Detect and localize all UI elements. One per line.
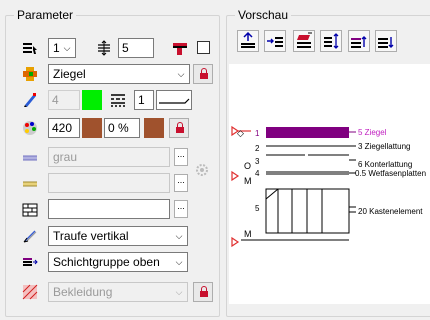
chevron-down-icon: ⌵ xyxy=(175,257,183,267)
move-top-icon xyxy=(241,31,255,48)
layer-preview: 1 ◇ 2 3 4 O M 5 M 5 Ziegel 3 Ziegellattu… xyxy=(229,64,430,304)
preview-label-4: 4 xyxy=(255,169,260,178)
preview-title: Vorschau xyxy=(235,8,292,22)
move-down-icon xyxy=(378,37,394,48)
direction-value: Traufe vertikal xyxy=(53,229,129,243)
percent-value: 0 % xyxy=(108,121,129,135)
move-up-icon xyxy=(351,36,367,48)
roof-layer-checkbox[interactable] xyxy=(197,41,210,54)
chevron-down-icon: ⌵ xyxy=(63,43,71,53)
pen-icon xyxy=(24,93,36,107)
color-swatch[interactable] xyxy=(82,118,102,138)
preview-layer-text-3: 6 Konterlattung xyxy=(358,160,413,169)
preview-label-m: M xyxy=(244,176,252,186)
lock-icon xyxy=(200,286,208,297)
delete-layer-button[interactable] xyxy=(293,30,315,52)
pen-value: 4 xyxy=(52,93,59,107)
preview-label-o1: ◇ xyxy=(237,128,244,138)
layer-group-icon xyxy=(23,258,38,266)
direction-select[interactable]: Traufe vertikal ⌵ xyxy=(48,226,188,246)
line-type-value: 1 xyxy=(138,93,145,107)
hatch-value: grau xyxy=(53,150,78,164)
preview-label-2: 2 xyxy=(255,144,260,153)
text-field[interactable] xyxy=(48,199,170,219)
layer-group-value: Schichtgruppe oben xyxy=(53,255,160,269)
direction-icon xyxy=(23,230,37,243)
cladding-lock-button[interactable] xyxy=(193,282,213,302)
move-layer-down-button[interactable] xyxy=(375,30,397,52)
preview-label-5: 5 xyxy=(255,204,260,213)
hatch-icon xyxy=(23,155,37,161)
preview-label-1: 1 xyxy=(255,129,260,138)
lock-icon xyxy=(200,68,208,79)
parameter-title: Parameter xyxy=(14,8,77,22)
lock-icon xyxy=(176,122,184,133)
chevron-down-icon: ⌵ xyxy=(177,69,185,79)
color-value: 420 xyxy=(52,121,73,135)
color-lock-button[interactable] xyxy=(169,118,189,138)
cladding-value: Bekleidung xyxy=(53,285,113,299)
material-select[interactable]: Ziegel ⌵ xyxy=(48,64,190,84)
move-layer-updown-button[interactable] xyxy=(320,30,342,52)
move-layer-top-button[interactable] xyxy=(237,30,259,52)
material-lock-button[interactable] xyxy=(193,64,213,84)
hatch-select[interactable]: grau xyxy=(48,147,170,167)
thickness-value: 5 xyxy=(122,41,129,55)
pattern-browse-button[interactable]: ... xyxy=(174,174,188,192)
percent-input[interactable]: 0 % xyxy=(104,118,140,138)
material-icon xyxy=(23,67,37,81)
secondary-color-swatch[interactable] xyxy=(144,118,164,138)
insert-layer-icon xyxy=(267,37,283,47)
cladding-select[interactable]: Bekleidung ⌵ xyxy=(48,282,188,302)
material-value: Ziegel xyxy=(53,67,86,81)
layer-count-value: 1 xyxy=(53,41,60,55)
layer-group-select[interactable]: Schichtgruppe oben ⌵ xyxy=(48,252,188,272)
layer-count-select[interactable]: 1 ⌵ xyxy=(48,38,76,58)
chevron-down-icon: ⌵ xyxy=(175,231,183,241)
pen-color-swatch[interactable] xyxy=(82,90,102,110)
preview-label-o: O xyxy=(244,161,252,171)
hatch-browse-button[interactable]: ... xyxy=(174,148,188,166)
move-layer-up-button[interactable] xyxy=(348,30,370,52)
layer-count-icon xyxy=(23,43,37,54)
text-browse-button[interactable]: ... xyxy=(174,200,188,218)
cladding-icon xyxy=(22,284,38,300)
pattern-icon xyxy=(23,181,37,187)
insert-layer-button[interactable] xyxy=(264,30,286,52)
preview-layer-text-5: 20 Kastenelement xyxy=(358,207,423,216)
delete-layer-icon xyxy=(297,32,312,48)
preview-layer-text-1: 5 Ziegel xyxy=(358,128,387,137)
pattern-select[interactable] xyxy=(48,173,170,193)
line-type-icon xyxy=(111,94,125,107)
color-input[interactable]: 420 xyxy=(48,118,80,138)
thickness-input[interactable]: 5 xyxy=(118,38,154,58)
roof-layer-icon xyxy=(173,43,187,55)
line-type-input[interactable]: 1 xyxy=(134,90,154,110)
pen-input[interactable]: 4 xyxy=(48,90,80,110)
line-style-preview[interactable] xyxy=(156,90,192,110)
preview-layer-text-4: 0.5 Wetfasenplatten xyxy=(355,169,427,178)
preview-label-m2: M xyxy=(244,229,252,239)
preview-layer-text-2: 3 Ziegellattung xyxy=(358,142,411,151)
link-gear-icon xyxy=(196,164,208,176)
thickness-icon xyxy=(98,40,110,56)
move-updown-icon xyxy=(324,33,339,49)
color-palette-icon xyxy=(23,121,37,135)
preview-label-3: 3 xyxy=(255,157,260,166)
brick-wall-icon xyxy=(22,203,38,217)
chevron-down-icon: ⌵ xyxy=(175,287,183,297)
